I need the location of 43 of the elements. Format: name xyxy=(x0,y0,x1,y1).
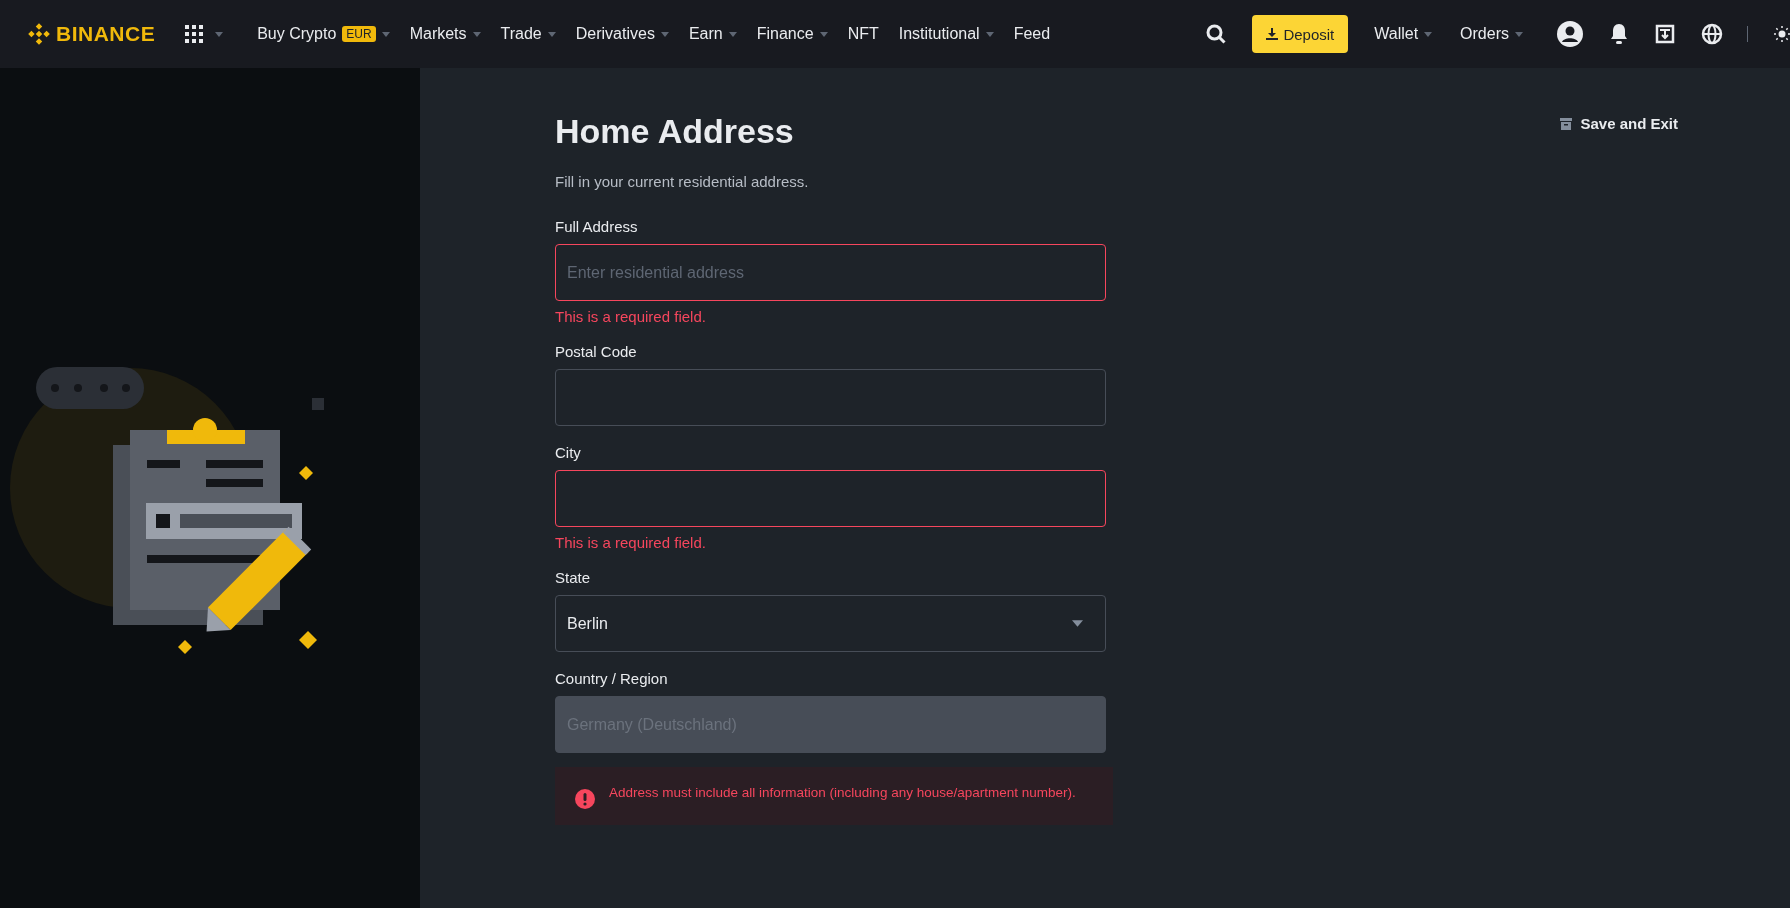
logo-wordmark: BINANCE xyxy=(56,22,156,46)
alert-text: Address must include all information (including any house/apartment number). xyxy=(609,784,1076,802)
globe-icon[interactable] xyxy=(1701,23,1723,45)
field-label: Postal Code xyxy=(555,343,638,360)
download-box-icon[interactable] xyxy=(1655,24,1675,44)
input-field[interactable]: Enter residential address xyxy=(555,244,1106,301)
user-avatar-icon[interactable] xyxy=(1557,21,1583,47)
page-title: Home Address xyxy=(555,112,795,151)
currency-badge: EUR xyxy=(342,26,376,42)
nav-menu-item[interactable]: Buy Crypto EUR xyxy=(249,25,398,43)
input-field[interactable] xyxy=(555,470,1106,527)
error-message: This is a required field. xyxy=(555,534,707,551)
sun-icon[interactable] xyxy=(1774,26,1790,42)
nav-menu-item[interactable]: Finance xyxy=(748,25,836,43)
archive-icon xyxy=(1560,117,1573,130)
logo[interactable]: BINANCE xyxy=(26,21,156,47)
app-grid-icon[interactable] xyxy=(185,25,204,43)
nav-menu-item[interactable]: Orders xyxy=(1452,25,1531,43)
nav-menu-item[interactable]: NFT xyxy=(839,25,887,43)
nav-menu-item[interactable]: Feed xyxy=(1005,25,1059,43)
nav-menu-item[interactable]: Earn xyxy=(680,25,745,43)
deposit-button[interactable]: Deposit xyxy=(1252,15,1349,53)
field-label: Full Address xyxy=(555,218,639,235)
error-message: This is a required field. xyxy=(555,308,707,325)
field-label: Country / Region xyxy=(555,670,669,687)
search-icon[interactable] xyxy=(1206,24,1227,44)
nav-menu-item[interactable]: Markets xyxy=(401,25,489,43)
nav-menu-item[interactable]: Wallet xyxy=(1366,25,1441,43)
field-label: City xyxy=(555,444,582,461)
exclamation-icon xyxy=(575,789,595,809)
input-field[interactable] xyxy=(555,369,1106,426)
download-icon xyxy=(1266,28,1279,40)
caret-icon xyxy=(1072,620,1083,627)
nav-menu-item[interactable]: Trade xyxy=(492,25,564,43)
nav-menu-item[interactable]: Institutional xyxy=(890,25,1002,43)
bell-icon[interactable] xyxy=(1609,23,1629,45)
diamond-logo-icon xyxy=(26,21,52,47)
state-dropdown[interactable]: Berlin xyxy=(555,595,1106,652)
field-label: State xyxy=(555,569,592,586)
nav-menu-item[interactable]: Derivatives xyxy=(567,25,677,43)
caret-icon xyxy=(215,31,224,37)
save-and-exit-button[interactable]: Save and Exit xyxy=(1554,114,1684,133)
page-subtitle: Fill in your current residential address. xyxy=(555,173,810,190)
